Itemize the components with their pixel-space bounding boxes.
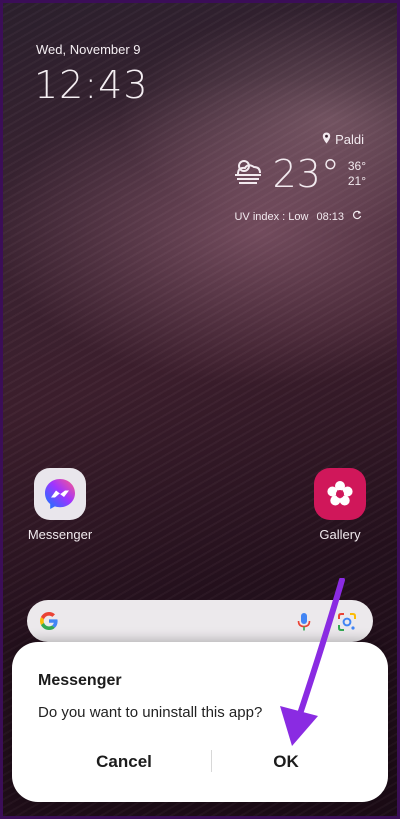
weather-location-label: Paldi bbox=[335, 132, 364, 147]
weather-location[interactable]: Paldi bbox=[322, 132, 364, 147]
app-label-gallery: Gallery bbox=[319, 527, 361, 542]
uv-index: UV index : Low bbox=[234, 210, 309, 223]
weather-high-low: 36° 21° bbox=[348, 159, 366, 189]
dialog-title: Messenger bbox=[38, 672, 122, 689]
weather-temperature: 23° bbox=[272, 152, 340, 196]
lockscreen-clock: 12:43 bbox=[34, 63, 149, 107]
app-gallery[interactable]: Gallery bbox=[299, 468, 381, 542]
app-messenger[interactable]: Messenger bbox=[19, 468, 101, 542]
cancel-button[interactable]: Cancel bbox=[34, 744, 214, 780]
cloudy-fog-icon bbox=[232, 158, 264, 191]
weather-widget[interactable]: 23° 36° 21° bbox=[232, 152, 366, 196]
gallery-flower-icon bbox=[314, 468, 366, 520]
lockscreen-date: Wed, November 9 bbox=[36, 42, 141, 57]
dialog-message: Do you want to uninstall this app? bbox=[38, 704, 263, 721]
weather-low: 21° bbox=[347, 174, 366, 188]
google-g-icon bbox=[39, 611, 59, 636]
location-pin-icon bbox=[322, 132, 331, 147]
app-label-messenger: Messenger bbox=[27, 527, 93, 542]
weather-high: 36° bbox=[347, 159, 366, 173]
purple-arrow-annotation bbox=[270, 577, 360, 758]
weather-updated-time: 08:13 bbox=[316, 210, 344, 223]
messenger-icon bbox=[34, 468, 86, 520]
refresh-icon[interactable] bbox=[352, 210, 362, 223]
weather-details: UV index : Low 08:13 bbox=[234, 210, 362, 223]
